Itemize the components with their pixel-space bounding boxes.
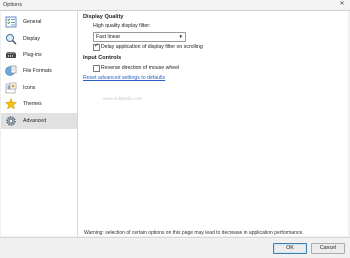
button-bar: OK Cancel — [0, 237, 350, 258]
close-icon[interactable]: ✕ — [337, 1, 347, 8]
sidebar-item-label: Icons — [23, 85, 36, 91]
star-icon — [5, 98, 17, 110]
icons-icon — [5, 82, 17, 94]
delay-filter-label: Delay application of display filter on s… — [101, 44, 203, 50]
display-quality-heading: Display Quality — [83, 14, 124, 20]
filter-label: High quality display filter: — [93, 23, 151, 29]
ok-button[interactable]: OK — [273, 243, 307, 254]
chevron-down-icon: ▼ — [178, 34, 183, 39]
plugin-icon — [6, 52, 16, 58]
display-filter-select[interactable]: Fast linear ▼ — [93, 32, 186, 42]
sidebar-item-plugins[interactable]: Plug-ins — [1, 47, 77, 63]
cancel-button[interactable]: Cancel — [311, 243, 345, 254]
sidebar-item-label: General — [23, 19, 42, 25]
performance-warning: Warning: selection of certain options on… — [84, 230, 304, 236]
watermark: www.softpedia.com — [103, 96, 143, 101]
delay-filter-checkbox[interactable]: ✓ — [93, 43, 100, 51]
gear-icon — [6, 116, 16, 126]
checkmark-icon: ✓ — [94, 43, 100, 49]
sidebar: General Display Plug-ins File Formats Ic… — [1, 11, 78, 236]
sidebar-item-label: Advanced — [23, 118, 47, 124]
sidebar-item-label: Display — [23, 36, 41, 42]
reverse-wheel-label: Reverse direction of mouse wheel — [101, 65, 180, 71]
input-controls-heading: Input Controls — [83, 55, 122, 61]
sidebar-item-label: Themes — [23, 101, 42, 107]
reverse-wheel-checkbox[interactable] — [93, 65, 100, 72]
reset-defaults-link[interactable]: Reset advanced settings to defaults — [83, 75, 165, 81]
sidebar-item-advanced[interactable]: Advanced — [1, 113, 77, 129]
settings-panel: Display Quality High quality display fil… — [78, 11, 348, 236]
sidebar-item-general[interactable]: General — [1, 14, 77, 30]
sidebar-item-label: File Formats — [23, 68, 52, 74]
file-formats-icon — [5, 65, 17, 76]
sidebar-item-label: Plug-ins — [23, 52, 42, 58]
sidebar-item-themes[interactable]: Themes — [1, 96, 77, 112]
sidebar-item-display[interactable]: Display — [1, 31, 77, 47]
display-filter-value: Fast linear — [96, 34, 121, 40]
title-bar: Options ✕ — [0, 0, 350, 11]
magnifier-icon — [6, 34, 17, 45]
window-title: Options — [3, 2, 22, 8]
checklist-icon — [5, 16, 17, 28]
sidebar-item-icons[interactable]: Icons — [1, 80, 77, 96]
sidebar-item-file-formats[interactable]: File Formats — [1, 63, 77, 79]
